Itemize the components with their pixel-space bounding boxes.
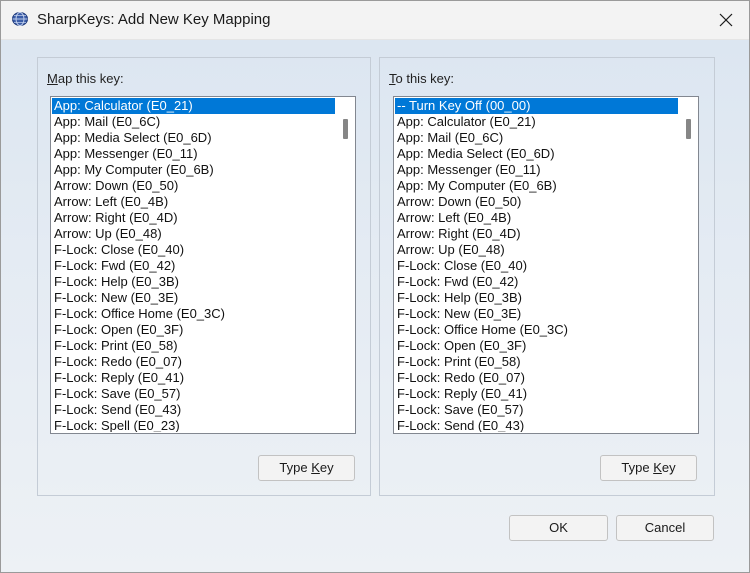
window-title: SharpKeys: Add New Key Mapping [37,11,271,28]
list-item[interactable]: F-Lock: Print (E0_58) [52,338,335,354]
list-item[interactable]: F-Lock: Send (E0_43) [395,418,678,432]
list-item[interactable]: F-Lock: Spell (E0_23) [52,418,335,432]
list-item[interactable]: F-Lock: Reply (E0_41) [52,370,335,386]
close-button[interactable] [703,1,749,39]
ok-button[interactable]: OK [509,515,608,541]
dialog-client-area: Map this key: App: Calculator (E0_21) App… [1,40,749,572]
map-key-scroll-thumb[interactable] [343,119,348,139]
list-item[interactable]: F-Lock: Close (E0_40) [395,258,678,274]
list-item[interactable]: F-Lock: Reply (E0_41) [395,386,678,402]
map-this-key-group: Map this key: App: Calculator (E0_21) App… [37,57,371,496]
map-key-list-items: App: Calculator (E0_21) App: Mail (E0_6C)… [52,98,335,432]
list-item[interactable]: F-Lock: New (E0_3E) [395,306,678,322]
list-item[interactable]: F-Lock: Redo (E0_07) [395,370,678,386]
list-item[interactable]: F-Lock: Fwd (E0_42) [52,258,335,274]
to-key-list-items: -- Turn Key Off (00_00) App: Calculator (… [395,98,678,432]
to-this-key-label: To this key: [389,71,455,86]
sharpkeys-app-icon [12,12,28,26]
list-item[interactable]: F-Lock: Office Home (E0_3C) [395,322,678,338]
list-item[interactable]: App: My Computer (E0_6B) [52,162,335,178]
list-item[interactable]: App: Calculator (E0_21) [52,98,335,114]
map-this-key-label: Map this key: [47,71,124,86]
to-key-scroll-thumb[interactable] [686,119,691,139]
close-icon [719,13,733,27]
list-item[interactable]: -- Turn Key Off (00_00) [395,98,678,114]
list-item[interactable]: Arrow: Left (E0_4B) [52,194,335,210]
list-item[interactable]: Arrow: Left (E0_4B) [395,210,678,226]
list-item[interactable]: F-Lock: Open (E0_3F) [395,338,678,354]
list-item[interactable]: Arrow: Up (E0_48) [395,242,678,258]
list-item[interactable]: App: Messenger (E0_11) [395,162,678,178]
list-item[interactable]: F-Lock: Save (E0_57) [52,386,335,402]
list-item[interactable]: F-Lock: Help (E0_3B) [395,290,678,306]
list-item[interactable]: F-Lock: Print (E0_58) [395,354,678,370]
list-item[interactable]: F-Lock: Open (E0_3F) [52,322,335,338]
title-bar[interactable]: SharpKeys: Add New Key Mapping [1,1,749,40]
list-item[interactable]: F-Lock: New (E0_3E) [52,290,335,306]
list-item[interactable]: App: My Computer (E0_6B) [395,178,678,194]
list-item[interactable]: Arrow: Up (E0_48) [52,226,335,242]
list-item[interactable]: F-Lock: Close (E0_40) [52,242,335,258]
list-item[interactable]: Arrow: Right (E0_4D) [395,226,678,242]
to-this-key-group: To this key: -- Turn Key Off (00_00) App:… [379,57,715,496]
list-item[interactable]: App: Calculator (E0_21) [395,114,678,130]
map-key-listbox[interactable]: App: Calculator (E0_21) App: Mail (E0_6C)… [50,96,356,434]
list-item[interactable]: App: Media Select (E0_6D) [395,146,678,162]
list-item[interactable]: App: Mail (E0_6C) [395,130,678,146]
list-item[interactable]: Arrow: Down (E0_50) [52,178,335,194]
cancel-button[interactable]: Cancel [616,515,714,541]
map-key-scrollbar[interactable] [337,97,355,433]
list-item[interactable]: F-Lock: Help (E0_3B) [52,274,335,290]
list-item[interactable]: F-Lock: Send (E0_43) [52,402,335,418]
to-type-key-button[interactable]: Type Key [600,455,697,481]
map-type-key-button[interactable]: Type Key [258,455,355,481]
list-item[interactable]: App: Media Select (E0_6D) [52,130,335,146]
list-item[interactable]: Arrow: Right (E0_4D) [52,210,335,226]
list-item[interactable]: F-Lock: Save (E0_57) [395,402,678,418]
list-item[interactable]: F-Lock: Fwd (E0_42) [395,274,678,290]
list-item[interactable]: App: Messenger (E0_11) [52,146,335,162]
list-item[interactable]: App: Mail (E0_6C) [52,114,335,130]
to-key-listbox[interactable]: -- Turn Key Off (00_00) App: Calculator (… [393,96,699,434]
dialog-window: SharpKeys: Add New Key Mapping Map this … [0,0,750,573]
list-item[interactable]: Arrow: Down (E0_50) [395,194,678,210]
list-item[interactable]: F-Lock: Office Home (E0_3C) [52,306,335,322]
to-key-scrollbar[interactable] [680,97,698,433]
list-item[interactable]: F-Lock: Redo (E0_07) [52,354,335,370]
